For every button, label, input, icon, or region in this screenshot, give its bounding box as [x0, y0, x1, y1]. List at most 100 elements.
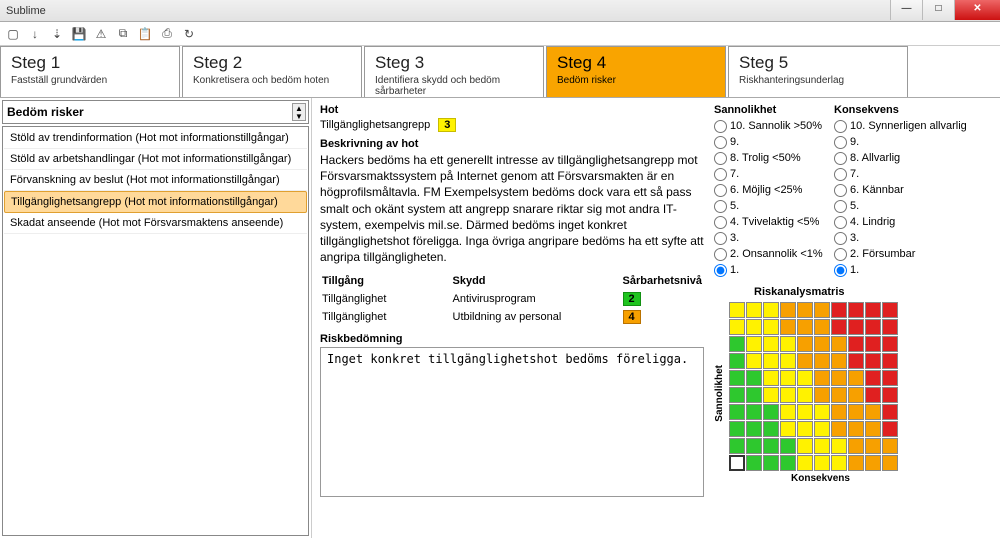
konsekvens-option[interactable]: 4. Lindrig — [834, 214, 992, 230]
matrix-cell — [729, 387, 745, 403]
step-subtitle: Bedöm risker — [557, 75, 715, 86]
konsekvens-option[interactable]: 3. — [834, 230, 992, 246]
matrix-cell — [729, 404, 745, 420]
matrix-cell — [763, 370, 779, 386]
col-skydd: Skydd — [453, 275, 621, 289]
matrix-cell — [763, 387, 779, 403]
matrix-cell — [797, 387, 813, 403]
konsekvens-option[interactable]: 7. — [834, 166, 992, 182]
sannolikhet-option[interactable]: 3. — [714, 230, 834, 246]
step-title: Steg 2 — [193, 53, 351, 73]
step-tab-3[interactable]: Steg 3Identifiera skydd och bedöm sårbar… — [364, 46, 544, 97]
sannolikhet-option[interactable]: 1. — [714, 262, 834, 278]
matrix-cell — [831, 438, 847, 454]
minimize-button[interactable]: — — [890, 0, 922, 20]
matrix-cell — [882, 353, 898, 369]
step-subtitle: Konkretisera och bedöm hoten — [193, 75, 351, 86]
save-icon[interactable]: 💾 — [70, 25, 88, 43]
matrix-cell — [882, 319, 898, 335]
matrix-cell — [814, 370, 830, 386]
list-item[interactable]: Skadat anseende (Hot mot Försvarsmaktens… — [4, 213, 307, 234]
maximize-button[interactable]: □ — [922, 0, 954, 20]
matrix-cell — [848, 387, 864, 403]
matrix-cell — [780, 455, 796, 471]
matrix-cell — [746, 319, 762, 335]
sannolikhet-option[interactable]: 6. Möjlig <25% — [714, 182, 834, 198]
matrix-cell — [865, 387, 881, 403]
matrix-cell — [729, 336, 745, 352]
matrix-cell — [814, 336, 830, 352]
matrix-cell — [763, 404, 779, 420]
cell-sarb: 4 — [623, 309, 702, 325]
konsekvens-option[interactable]: 1. — [834, 262, 992, 278]
matrix-cell — [797, 421, 813, 437]
matrix-cell — [882, 370, 898, 386]
list-item[interactable]: Stöld av trendinformation (Hot mot infor… — [4, 128, 307, 149]
matrix-cell — [780, 370, 796, 386]
print-icon[interactable]: ⎙ — [158, 25, 176, 43]
cell-tillgang: Tillgänglighet — [322, 309, 451, 325]
risk-combo[interactable]: Bedöm risker ▲▼ — [2, 100, 309, 124]
paste-icon[interactable]: 📋 — [136, 25, 154, 43]
matrix-cell — [831, 370, 847, 386]
matrix-cell — [780, 319, 796, 335]
step-tab-4[interactable]: Steg 4Bedöm risker — [546, 46, 726, 97]
sannolikhet-option[interactable]: 7. — [714, 166, 834, 182]
matrix-cell — [729, 455, 745, 471]
sannolikhet-heading: Sannolikhet — [714, 104, 834, 116]
konsekvens-option[interactable]: 10. Synnerligen allvarlig — [834, 118, 992, 134]
konsekvens-option[interactable]: 6. Kännbar — [834, 182, 992, 198]
hot-name: Tillgänglighetsangrepp — [320, 119, 430, 131]
step-title: Steg 1 — [11, 53, 169, 73]
matrix-cell — [763, 455, 779, 471]
riskbed-textarea[interactable] — [320, 347, 704, 497]
matrix-cell — [848, 319, 864, 335]
matrix-cell — [780, 336, 796, 352]
matrix-cell — [746, 438, 762, 454]
list-item[interactable]: Förvanskning av beslut (Hot mot informat… — [4, 170, 307, 191]
new-icon[interactable]: ▢ — [4, 25, 22, 43]
konsekvens-option[interactable]: 8. Allvarlig — [834, 150, 992, 166]
matrix-cell — [865, 455, 881, 471]
matrix-cell — [848, 421, 864, 437]
titlebar: Sublime — □ ✕ — [0, 0, 1000, 22]
matrix-cell — [882, 438, 898, 454]
risk-list[interactable]: Stöld av trendinformation (Hot mot infor… — [2, 126, 309, 536]
sannolikhet-option[interactable]: 9. — [714, 134, 834, 150]
table-row: TillgänglighetAntivirusprogram2 — [322, 291, 702, 307]
cell-sarb: 2 — [623, 291, 702, 307]
matrix-cell — [882, 387, 898, 403]
matrix-cell — [746, 302, 762, 318]
matrix-cell — [797, 438, 813, 454]
matrix-cell — [763, 421, 779, 437]
matrix-cell — [831, 336, 847, 352]
list-item[interactable]: Tillgänglighetsangrepp (Hot mot informat… — [4, 191, 307, 213]
sannolikhet-option[interactable]: 10. Sannolik >50% — [714, 118, 834, 134]
open-icon[interactable]: ↓ — [26, 25, 44, 43]
step-title: Steg 3 — [375, 53, 533, 73]
step-tab-5[interactable]: Steg 5Riskhanteringsunderlag — [728, 46, 908, 97]
matrix-cell — [729, 421, 745, 437]
copy-icon[interactable]: ⧉ — [114, 25, 132, 43]
step-tab-1[interactable]: Steg 1Fastställ grundvärden — [0, 46, 180, 97]
sannolikhet-option[interactable]: 5. — [714, 198, 834, 214]
down-icon[interactable]: ⇣ — [48, 25, 66, 43]
konsekvens-option[interactable]: 5. — [834, 198, 992, 214]
sannolikhet-option[interactable]: 4. Tvivelaktig <5% — [714, 214, 834, 230]
matrix-cell — [814, 302, 830, 318]
list-item[interactable]: Stöld av arbetshandlingar (Hot mot infor… — [4, 149, 307, 170]
sannolikhet-option[interactable]: 2. Onsannolik <1% — [714, 246, 834, 262]
refresh-icon[interactable]: ↻ — [180, 25, 198, 43]
sannolikhet-option[interactable]: 8. Trolig <50% — [714, 150, 834, 166]
matrix-cell — [729, 319, 745, 335]
combo-arrow-icon[interactable]: ▲▼ — [292, 103, 306, 121]
konsekvens-option[interactable]: 9. — [834, 134, 992, 150]
close-button[interactable]: ✕ — [954, 0, 1000, 20]
matrix-cell — [780, 438, 796, 454]
matrix-cell — [763, 438, 779, 454]
step-tab-2[interactable]: Steg 2 Konkretisera och bedöm hoten — [182, 46, 362, 97]
konsekvens-option[interactable]: 2. Försumbar — [834, 246, 992, 262]
save-warn-icon[interactable]: ⚠ — [92, 25, 110, 43]
matrix-xlabel: Konsekvens — [743, 473, 898, 484]
matrix-cell — [780, 421, 796, 437]
